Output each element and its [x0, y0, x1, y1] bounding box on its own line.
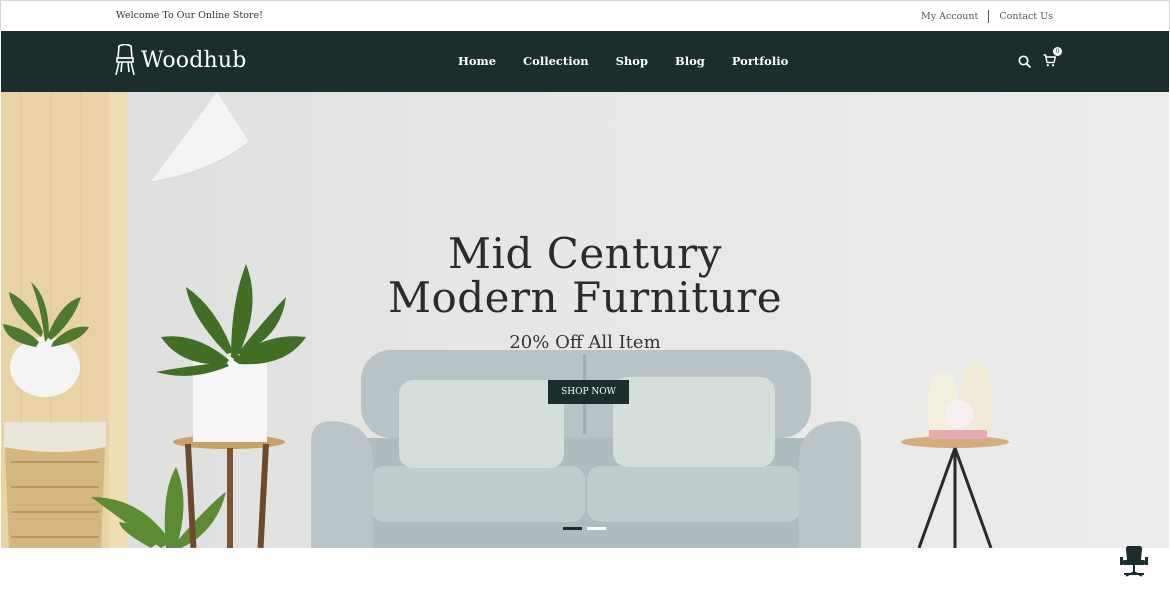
- contact-us-link[interactable]: Contact Us: [999, 11, 1053, 22]
- shop-now-button[interactable]: SHOP NOW: [548, 380, 629, 404]
- hero-title-line2: Modern Furniture: [387, 273, 783, 322]
- top-links: My Account Contact Us: [921, 10, 1053, 23]
- cart-count-badge: 0: [1053, 47, 1062, 56]
- nav-collection[interactable]: Collection: [523, 54, 589, 68]
- cart-icon: [1043, 54, 1056, 67]
- main-header: Woodhub Home Collection Shop Blog Portfo…: [1, 31, 1169, 92]
- main-nav: Home Collection Shop Blog Portfolio: [458, 54, 788, 68]
- my-account-link[interactable]: My Account: [921, 11, 978, 22]
- chair-icon[interactable]: [1120, 545, 1148, 579]
- slide-dot-2[interactable]: [587, 527, 606, 530]
- welcome-text: Welcome To Our Online Store!: [116, 10, 263, 21]
- hero-title: Mid Century Modern Furniture: [1, 232, 1169, 320]
- slider-pagination: [563, 527, 606, 530]
- logo-text: Woodhub: [141, 47, 247, 73]
- cart-button[interactable]: 0: [1043, 47, 1062, 71]
- hero-title-line1: Mid Century: [448, 229, 722, 278]
- search-icon[interactable]: [1018, 55, 1031, 68]
- header-icons: 0: [1018, 47, 1062, 71]
- nav-shop[interactable]: Shop: [616, 54, 648, 68]
- hero-slider: Mid Century Modern Furniture 20% Off All…: [1, 92, 1169, 548]
- logo[interactable]: Woodhub: [115, 44, 247, 76]
- divider: [988, 10, 990, 23]
- nav-portfolio[interactable]: Portfolio: [732, 54, 788, 68]
- slide-dot-1[interactable]: [563, 527, 582, 530]
- top-bar: Welcome To Our Online Store! My Account …: [0, 0, 1170, 31]
- nav-blog[interactable]: Blog: [675, 54, 705, 68]
- hero-subtitle: 20% Off All Item: [509, 332, 661, 353]
- chair-logo-icon: [115, 44, 135, 76]
- nav-home[interactable]: Home: [458, 54, 496, 68]
